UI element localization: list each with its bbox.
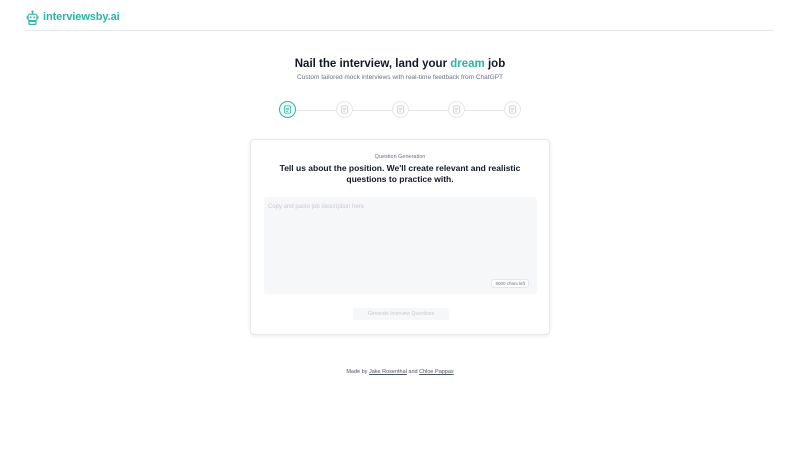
progress-stepper — [279, 101, 521, 119]
top-bar: interviewsby.ai — [26, 8, 773, 31]
step-connector — [296, 110, 336, 111]
footer: Made by Jake Rosenthal and Chloe Pappas — [0, 369, 800, 375]
step-3 — [392, 101, 409, 118]
robot-icon — [26, 10, 39, 25]
card-title: Tell us about the position. We'll create… — [279, 163, 521, 184]
step-2 — [336, 101, 353, 118]
title-accent-word: dream — [450, 58, 485, 70]
title-part-1: Nail the interview, land your — [294, 58, 451, 70]
document-icon — [509, 105, 516, 114]
card-kicker: Question Generation — [374, 154, 426, 160]
step-1-question-generation — [279, 101, 296, 118]
logo-text: interviewsby.ai — [43, 11, 120, 23]
author-link-chloe[interactable]: Chloe Pappas — [419, 369, 454, 375]
step-4 — [448, 101, 465, 118]
page-subtitle: Custom tailored mock interviews with rea… — [297, 74, 503, 81]
document-icon — [397, 105, 404, 114]
document-icon — [341, 105, 348, 114]
footer-made-by: Made by — [346, 369, 368, 375]
job-description-field: 5000 chars left — [264, 197, 537, 294]
step-5 — [504, 101, 521, 118]
title-part-2: job — [484, 58, 506, 70]
footer-and: and — [408, 369, 418, 375]
chars-left-badge: 5000 chars left — [491, 279, 529, 288]
step-connector — [409, 110, 448, 111]
generate-questions-button[interactable]: Generate Interview Questions — [353, 308, 449, 320]
step-connector — [353, 110, 392, 111]
logo[interactable]: interviewsby.ai — [26, 10, 120, 25]
step-connector — [465, 110, 504, 111]
page-title: Nail the interview, land your dream job — [0, 58, 800, 70]
document-icon — [453, 105, 460, 114]
author-link-jake[interactable]: Jake Rosenthal — [369, 369, 407, 375]
question-generation-card: Question Generation Tell us about the po… — [250, 139, 550, 335]
document-icon — [284, 105, 291, 114]
